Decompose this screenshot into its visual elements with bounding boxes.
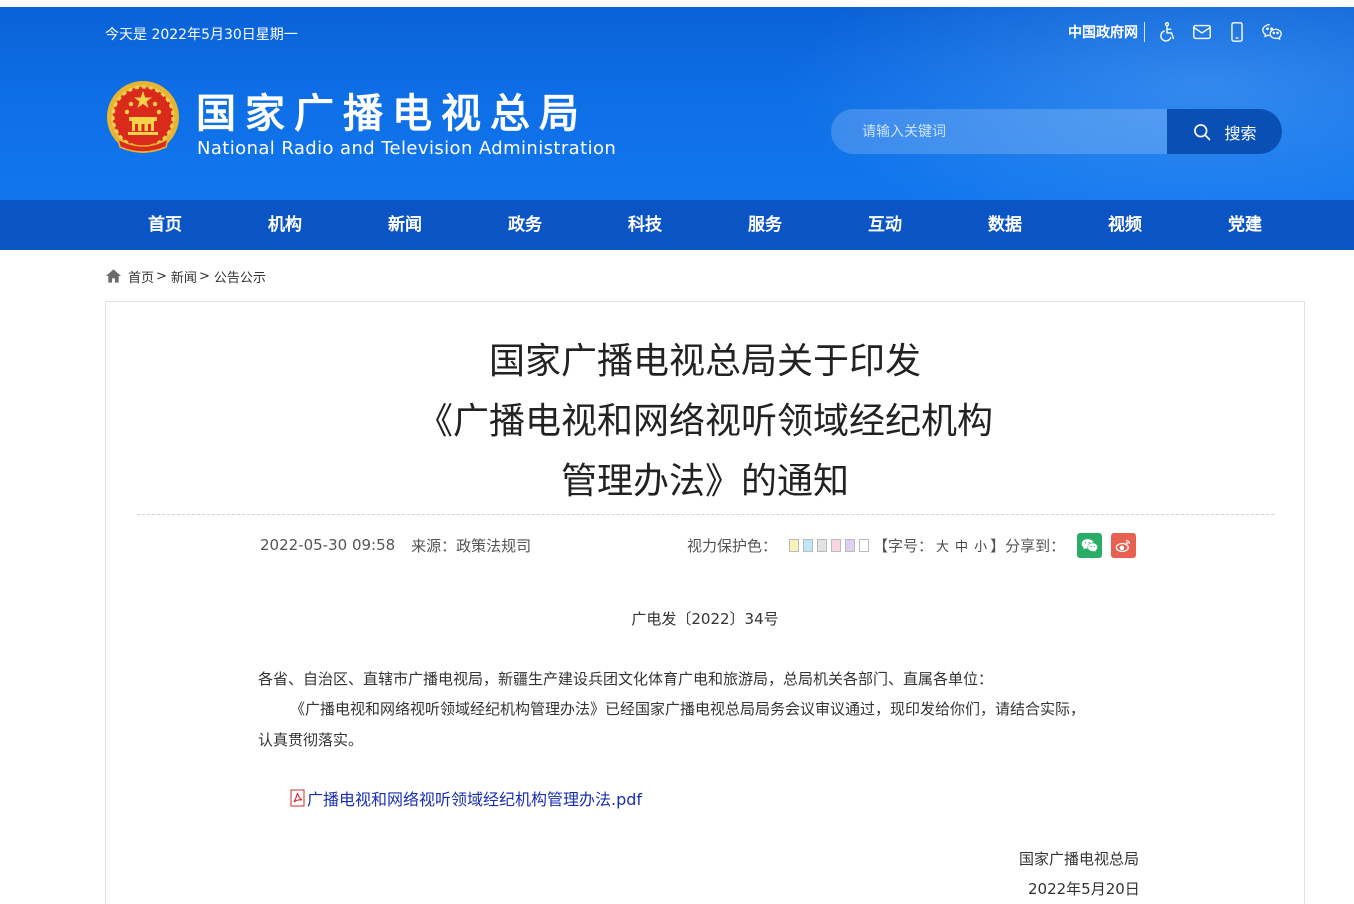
national-emblem-icon [107, 81, 179, 153]
reading-tools: 视力保护色： 【字号： 大 中 小 】 分享到： [687, 532, 1137, 558]
wechat-share-icon[interactable] [1077, 532, 1103, 558]
breadcrumb-news[interactable]: 新闻 [171, 267, 197, 286]
font-size-large[interactable]: 大 [936, 536, 949, 555]
article-source: 来源：政策法规司 [411, 536, 532, 555]
article-title-line-1: 国家广播电视总局关于印发 [488, 341, 921, 382]
eye-care-swatch-gray[interactable] [817, 538, 828, 552]
eye-care-swatch-white[interactable] [859, 538, 870, 552]
attachment-link[interactable]: 广播电视和网络视听领域经纪机构管理办法.pdf [290, 787, 642, 809]
signature-date: 2022年5月20日 [1028, 880, 1140, 898]
article-title-line-3: 管理办法》的通知 [560, 461, 849, 502]
share-label: 分享到： [1005, 536, 1066, 555]
eye-care-swatch-yellow[interactable] [789, 538, 800, 552]
body-paragraph-line-2: 认真贯彻落实。 [258, 731, 364, 749]
top-divider [1144, 22, 1145, 42]
search-input[interactable] [831, 109, 1167, 154]
mobile-icon[interactable] [1225, 20, 1249, 44]
accessibility-icon[interactable] [1155, 20, 1179, 44]
article-panel: 国家广播电视总局关于印发 《广播电视和网络视听领域经纪机构 管理办法》的通知 2… [105, 301, 1305, 904]
nav-item-news[interactable]: 新闻 [345, 200, 465, 250]
breadcrumb: 首页 > 新闻 > 公告公示 [105, 266, 266, 286]
article-meta: 2022-05-30 09:58 来源：政策法规司 [260, 534, 531, 556]
breadcrumb-announcements[interactable]: 公告公示 [214, 267, 266, 286]
body-paragraph-line-1: 《广播电视和网络视听领域经纪机构管理办法》已经国家广播电视总局局务会议审议通过，… [290, 700, 1086, 718]
nav-item-government-affairs[interactable]: 政务 [465, 200, 585, 250]
signature-org: 国家广播电视总局 [1019, 850, 1140, 868]
top-links: 中国政府网 [1068, 20, 1295, 44]
eye-care-label: 视力保护色： [687, 536, 778, 555]
wechat-icon[interactable] [1260, 20, 1284, 44]
eye-care-swatch-blue[interactable] [803, 538, 814, 552]
nav-item-video[interactable]: 视频 [1065, 200, 1185, 250]
article-title-line-2: 《广播电视和网络视听领域经纪机构 [416, 401, 993, 442]
font-size-label: 【字号： [873, 536, 934, 555]
eye-care-swatch-pink[interactable] [831, 538, 842, 552]
document-number: 广电发〔2022〕34号 [631, 610, 779, 628]
breadcrumb-home[interactable]: 首页 [128, 267, 154, 286]
publish-datetime: 2022-05-30 09:58 [260, 536, 396, 554]
pdf-icon [290, 789, 305, 807]
title-divider [137, 514, 1274, 515]
site-name-cn: 国家广播电视总局 [196, 90, 588, 137]
recipients-line: 各省、自治区、直辖市广播电视局，新疆生产建设兵团文化体育广电和旅游局，总局机关各… [258, 670, 994, 688]
eye-care-swatch-purple[interactable] [845, 538, 856, 552]
site-name-en: National Radio and Television Administra… [197, 138, 617, 159]
font-size-small[interactable]: 小 [974, 536, 987, 555]
search-button-label: 搜索 [1224, 123, 1257, 143]
nav-item-organization[interactable]: 机构 [225, 200, 345, 250]
home-icon [105, 269, 122, 283]
nav-item-home[interactable]: 首页 [105, 200, 225, 250]
search-icon [1194, 123, 1211, 140]
attachment-name: 广播电视和网络视听领域经纪机构管理办法.pdf [307, 790, 643, 809]
site-header: 今天是 2022年5月30日星期一 中国政府网 国家广播电视总局 Nationa… [0, 7, 1354, 200]
gov-link[interactable]: 中国政府网 [1068, 22, 1138, 42]
search-box: 搜索 [831, 109, 1282, 154]
font-size-medium[interactable]: 中 [955, 536, 968, 555]
breadcrumb-separator: > [198, 268, 210, 284]
top-strip [0, 0, 1354, 7]
date-text: 今天是 2022年5月30日星期一 [105, 27, 298, 43]
weibo-share-icon[interactable] [1111, 532, 1137, 558]
main-nav: 首页 机构 新闻 政务 科技 服务 互动 数据 视频 党建 [0, 200, 1354, 250]
breadcrumb-separator: > [156, 268, 167, 284]
nav-item-interaction[interactable]: 互动 [825, 200, 945, 250]
search-button[interactable]: 搜索 [1167, 109, 1282, 154]
nav-item-technology[interactable]: 科技 [585, 200, 705, 250]
mail-icon[interactable] [1190, 20, 1214, 44]
nav-item-party[interactable]: 党建 [1185, 200, 1305, 250]
font-size-close: 】 [990, 536, 1006, 555]
nav-item-services[interactable]: 服务 [705, 200, 825, 250]
nav-item-data[interactable]: 数据 [945, 200, 1065, 250]
